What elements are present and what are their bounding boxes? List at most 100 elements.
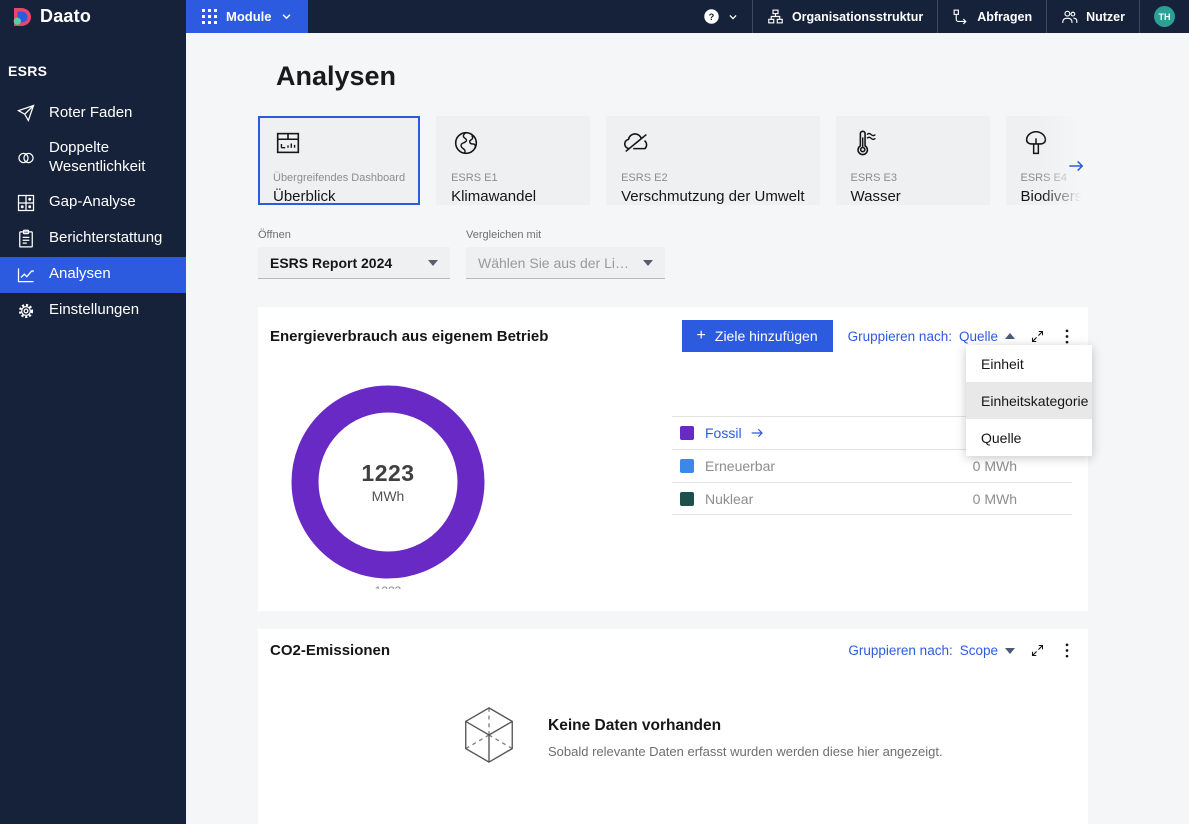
expand-card-button[interactable] <box>1030 329 1045 344</box>
gear-icon <box>16 301 36 321</box>
grid-icon <box>202 9 217 24</box>
menu-item-einheitskategorie[interactable]: Einheitskategorie <box>966 382 1092 419</box>
open-report-select[interactable]: ESRS Report 2024 <box>258 247 450 279</box>
cube-wireframe-icon <box>458 699 520 771</box>
plus-icon: + <box>696 327 706 344</box>
kebab-menu-icon <box>1065 329 1069 343</box>
erneuerbar-value: 0 MWh <box>972 458 1017 474</box>
globe-icon <box>451 128 481 158</box>
flow-arrow-icon <box>952 8 969 25</box>
group-by-prefix: Gruppieren nach: <box>847 328 952 344</box>
sidebar-item-doppelte-wesentlichkeit[interactable]: Doppelte Wesentlichkeit <box>0 131 186 185</box>
users-button[interactable]: Nutzer <box>1046 0 1139 33</box>
help-icon: ? <box>703 8 720 25</box>
dashboard-icon <box>273 128 303 158</box>
menu-item-einheit[interactable]: Einheit <box>966 345 1092 382</box>
logo-text: Daato <box>40 6 92 26</box>
card-overflow-menu-button[interactable] <box>1060 329 1074 344</box>
donut-ring <box>291 385 485 579</box>
sidebar-item-analysen[interactable]: Analysen <box>0 256 186 293</box>
account-menu[interactable]: TH <box>1139 0 1189 33</box>
sidebar-section-title: ESRS <box>8 63 48 79</box>
sidebar-item-label: Berichterstattung <box>49 229 163 247</box>
compare-placeholder: Wählen Sie aus der Liste a... <box>478 254 633 271</box>
nuklear-swatch <box>680 491 694 506</box>
svg-text:?: ? <box>709 12 715 22</box>
org-structure-label: Organisationsstruktur <box>791 9 924 24</box>
tiles-next-arrow-icon[interactable] <box>1066 156 1086 181</box>
tile-title: Überblick <box>273 188 336 205</box>
module-label: Module <box>226 9 272 24</box>
open-report-label: Öffnen <box>258 229 291 241</box>
quadrant-grid-icon <box>16 193 36 213</box>
fossil-link[interactable]: Fossil <box>705 425 765 441</box>
donut-clipped-axis-label: 1223 <box>291 584 485 589</box>
tile-ueberblick[interactable]: Übergreifendes Dashboard Überblick <box>258 116 421 205</box>
tile-title: Klimawandel <box>451 188 537 205</box>
group-by-scope-dropdown[interactable]: Gruppieren nach: Scope <box>848 643 1015 658</box>
app-logo: Daato <box>0 0 186 33</box>
expand-card-button[interactable] <box>1030 643 1045 658</box>
compare-select[interactable]: Wählen Sie aus der Liste a... <box>466 247 665 279</box>
sidebar-item-label: Gap-Analyse <box>49 193 136 211</box>
sidebar-item-label: Einstellungen <box>49 301 140 319</box>
users-icon <box>1061 8 1078 25</box>
chevron-down-icon <box>281 11 292 22</box>
tile-title: Wasser <box>850 188 901 205</box>
line-chart-icon <box>16 265 36 285</box>
group-by-menu: Einheit Einheitskategorie Quelle <box>966 345 1092 456</box>
open-report-value: ESRS Report 2024 <box>270 254 393 271</box>
help-menu-button[interactable]: ? <box>689 0 752 33</box>
erneuerbar-label: Erneuerbar <box>705 458 776 474</box>
co2-emissions-card: CO2-Emissionen Gruppieren nach: Scope Ke… <box>258 629 1088 824</box>
co2-empty-state: Keine Daten vorhanden Sobald relevante D… <box>458 699 1088 771</box>
group-by-value: Scope <box>959 643 998 658</box>
arrow-right-icon <box>751 428 763 438</box>
add-goals-button[interactable]: + Ziele hinzufügen <box>681 320 833 352</box>
chevron-down-icon <box>643 259 653 266</box>
chevron-down-icon <box>728 12 738 22</box>
card-overflow-menu-button[interactable] <box>1060 643 1074 658</box>
chevron-down-icon <box>428 259 438 266</box>
empty-state-title: Keine Daten vorhanden <box>548 717 722 734</box>
tile-subtitle: ESRS E1 <box>451 172 498 184</box>
tile-subtitle: Übergreifendes Dashboard <box>273 172 406 184</box>
sidebar-item-berichterstattung[interactable]: Berichterstattung <box>0 221 186 257</box>
org-structure-button[interactable]: Organisationsstruktur <box>751 0 937 33</box>
menu-item-quelle[interactable]: Quelle <box>966 419 1092 456</box>
tile-klimawandel[interactable]: ESRS E1 Klimawandel <box>436 116 591 205</box>
queries-button[interactable]: Abfragen <box>937 0 1046 33</box>
tile-verschmutzung[interactable]: ESRS E2 Verschmutzung der Umwelt <box>606 116 820 205</box>
sidebar-item-roter-faden[interactable]: Roter Faden <box>0 95 186 131</box>
tile-title: Biodiversität <box>1020 188 1089 205</box>
energy-card-title: Energieverbrauch aus eigenem Betrieb <box>270 327 549 345</box>
tile-wasser[interactable]: ESRS E3 Wasser <box>835 116 990 205</box>
co2-card-title: CO2-Emissionen <box>270 642 391 659</box>
kebab-menu-icon <box>1065 643 1069 658</box>
module-menu-button[interactable]: Module <box>186 0 308 33</box>
sidebar-item-einstellungen[interactable]: Einstellungen <box>0 293 186 329</box>
clipboard-icon <box>16 229 36 249</box>
overlapping-circles-icon <box>16 148 36 168</box>
compare-label: Vergleichen mit <box>466 229 542 241</box>
report-filters: Öffnen ESRS Report 2024 Vergleichen mit … <box>258 229 1189 279</box>
energy-consumption-card: Energieverbrauch aus eigenem Betrieb + Z… <box>258 307 1092 611</box>
daato-logo-icon <box>12 7 32 27</box>
expand-icon <box>1031 644 1044 657</box>
avatar[interactable]: TH <box>1154 6 1175 27</box>
energy-donut-chart[interactable]: 1223 MWh <box>291 385 485 579</box>
group-by-quelle-dropdown[interactable]: Gruppieren nach: Quelle <box>848 329 1015 344</box>
sidebar-item-gap-analyse[interactable]: Gap-Analyse <box>0 185 186 221</box>
open-report-field: Öffnen ESRS Report 2024 <box>258 229 450 279</box>
fossil-swatch <box>680 426 694 440</box>
compare-field: Vergleichen mit Wählen Sie aus der Liste… <box>466 229 665 279</box>
nuklear-value: 0 MWh <box>972 490 1017 507</box>
dashboard-tiles: Übergreifendes Dashboard Überblick ESRS … <box>258 116 1088 205</box>
legend-row-nuklear[interactable]: Nuklear 0 MWh <box>672 482 1072 515</box>
tile-subtitle: ESRS E2 <box>621 172 668 184</box>
main-content: Analysen Übergreifendes Dashboard Überbl… <box>186 33 1189 824</box>
tile-title: Verschmutzung der Umwelt <box>621 188 805 205</box>
nuklear-label: Nuklear <box>705 490 754 507</box>
empty-state-subtitle: Sobald relevante Daten erfasst wurden we… <box>548 744 943 759</box>
